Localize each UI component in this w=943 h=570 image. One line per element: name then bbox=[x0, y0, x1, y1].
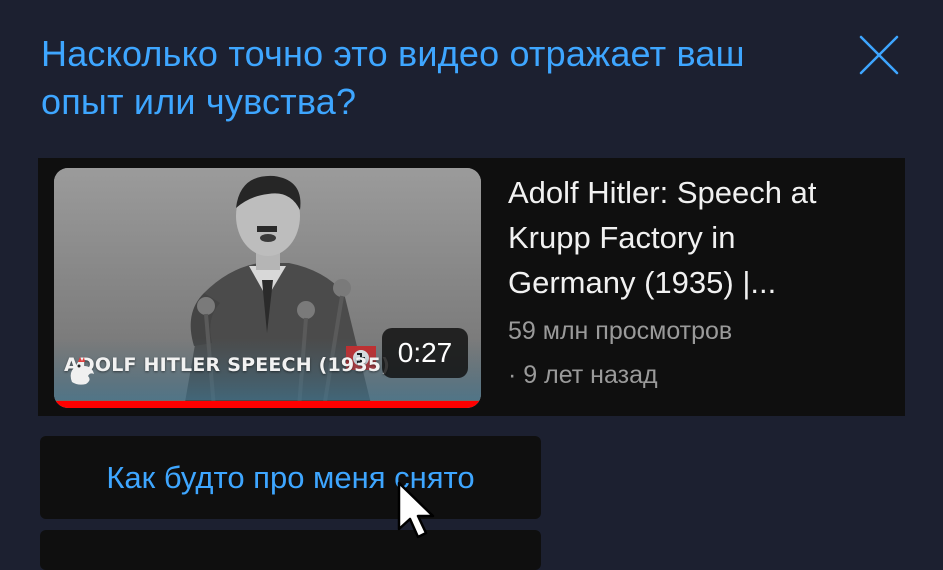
video-thumbnail[interactable]: ADOLF HITLER SPEECH (1935) 0:27 bbox=[54, 168, 481, 408]
video-view-count: 59 млн просмотров bbox=[508, 317, 733, 345]
duration-badge: 0:27 bbox=[382, 328, 468, 378]
dialog-title: Насколько точно это видео отражает ваш о… bbox=[41, 33, 745, 122]
video-info: Adolf Hitler: Speech at Krupp Factory in… bbox=[508, 170, 848, 393]
watch-progress-bar bbox=[54, 401, 481, 408]
rooster-logo-icon bbox=[70, 357, 94, 385]
option-button-as-if-about-me[interactable]: Как будто про меня снято bbox=[40, 436, 541, 519]
video-card[interactable]: ADOLF HITLER SPEECH (1935) 0:27 Adolf Hi… bbox=[38, 158, 905, 416]
option-button-next[interactable] bbox=[40, 530, 541, 570]
close-icon bbox=[859, 35, 899, 75]
thumbnail-caption: ADOLF HITLER SPEECH (1935) bbox=[64, 354, 391, 385]
thumbnail-caption-text: ADOLF HITLER SPEECH (1935) bbox=[64, 354, 391, 376]
watch-progress-fill bbox=[54, 401, 481, 408]
video-upload-age: · 9 лет назад bbox=[508, 361, 658, 389]
video-title[interactable]: Adolf Hitler: Speech at Krupp Factory in… bbox=[508, 170, 848, 305]
close-button[interactable] bbox=[858, 34, 900, 76]
